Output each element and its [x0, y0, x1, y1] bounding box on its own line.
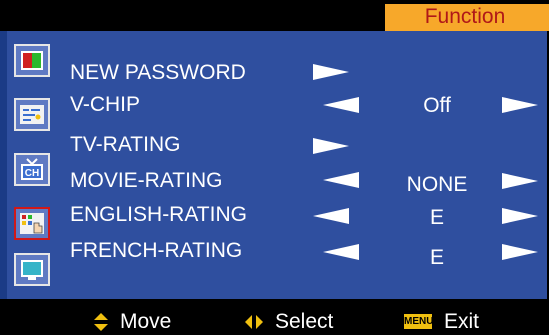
- movie-rating-right-arrow-icon[interactable]: [502, 171, 538, 191]
- french-rating-value: E: [429, 246, 444, 269]
- menu-item-v-chip[interactable]: V-CHIP: [70, 93, 140, 117]
- english-rating-value: E: [429, 206, 444, 229]
- left-right-arrow-icon: [245, 314, 263, 329]
- v-chip-right-arrow-icon[interactable]: [502, 95, 538, 115]
- channel-icon-glyph: CH: [21, 158, 43, 180]
- function-icon[interactable]: [14, 207, 50, 240]
- screen-icon-glyph: [21, 260, 43, 280]
- footer-exit: MENU Exit: [404, 308, 479, 335]
- english-rating-left-arrow-icon[interactable]: [313, 206, 349, 226]
- menu-key-icon: MENU: [404, 314, 434, 329]
- picture-icon[interactable]: [14, 44, 50, 77]
- panel-edge: [0, 31, 7, 299]
- movie-rating-left-arrow-icon[interactable]: [323, 170, 359, 190]
- channel-icon[interactable]: CH: [14, 153, 50, 186]
- v-chip-value: Off: [423, 94, 451, 117]
- footer-move: Move: [94, 308, 171, 335]
- footer-exit-label: Exit: [444, 310, 480, 333]
- french-rating-left-arrow-icon[interactable]: [323, 242, 359, 262]
- sound-icon[interactable]: [14, 98, 50, 131]
- footer-bar: Move Select MENU Exit: [0, 308, 549, 335]
- function-icon-glyph: [20, 213, 44, 234]
- svg-text:CH: CH: [25, 168, 39, 179]
- up-down-arrow-icon: [94, 312, 108, 331]
- v-chip-left-arrow-icon[interactable]: [323, 95, 359, 115]
- picture-icon-glyph: [21, 51, 43, 70]
- footer-select: Select: [245, 308, 333, 335]
- menu-item-tv-rating[interactable]: TV-RATING: [70, 133, 180, 157]
- tv-rating-right-arrow-icon[interactable]: [313, 136, 349, 156]
- new-password-right-arrow-icon[interactable]: [313, 62, 349, 82]
- menu-item-movie-rating[interactable]: MOVIE-RATING: [70, 169, 222, 193]
- menu-item-english-rating[interactable]: ENGLISH-RATING: [70, 203, 247, 227]
- page-title: Function: [424, 5, 506, 28]
- movie-rating-value: NONE: [406, 173, 468, 196]
- english-rating-right-arrow-icon[interactable]: [502, 206, 538, 226]
- footer-select-label: Select: [275, 310, 334, 333]
- sound-icon-glyph: [20, 105, 44, 124]
- menu-item-french-rating[interactable]: FRENCH-RATING: [70, 239, 242, 263]
- menu-item-new-password[interactable]: NEW PASSWORD: [70, 61, 246, 85]
- footer-move-label: Move: [120, 310, 172, 333]
- french-rating-right-arrow-icon[interactable]: [502, 242, 538, 262]
- screen-icon[interactable]: [14, 253, 50, 286]
